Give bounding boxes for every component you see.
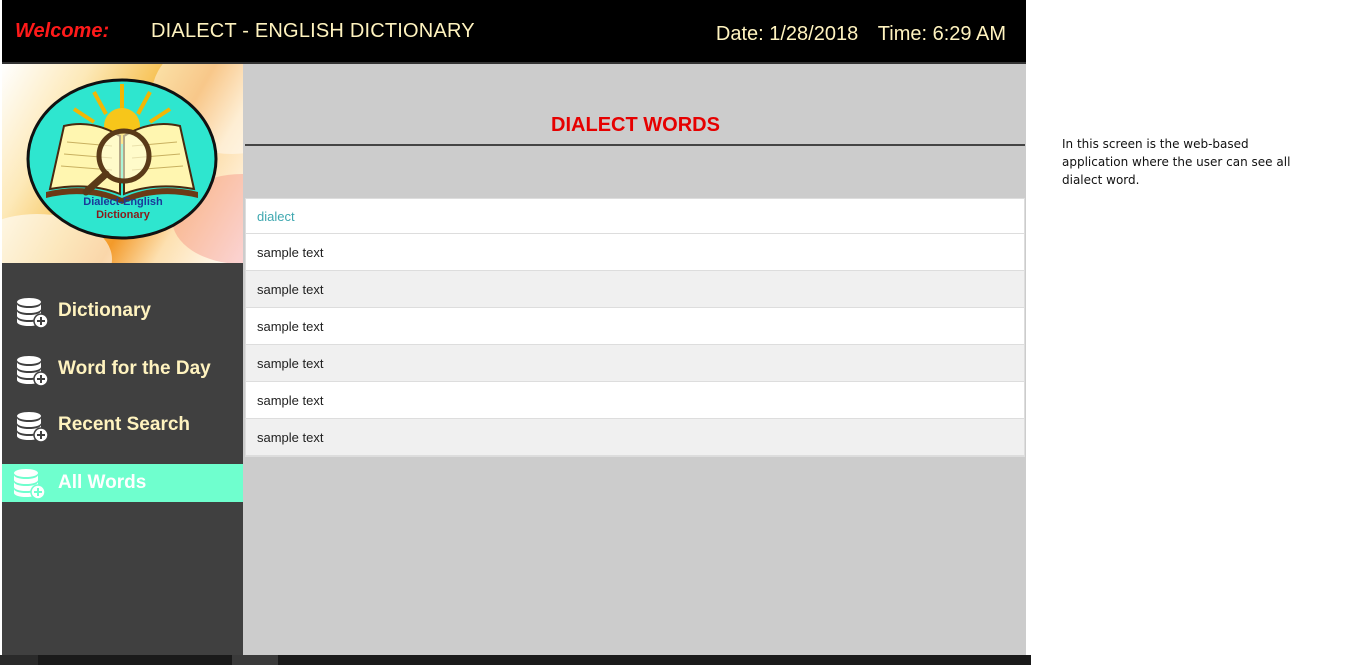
logo-text-1: Dialect-English [83, 196, 163, 208]
list-item[interactable]: sample text [246, 271, 1024, 308]
sidebar-item-label: Recent Search [58, 414, 191, 435]
app-title: DIALECT - ENGLISH DICTIONARY [151, 20, 475, 42]
main-content: DIALECT WORDS dialect sample text sample… [245, 64, 1026, 655]
list-item[interactable]: sample text [246, 382, 1024, 419]
title-divider [245, 144, 1025, 146]
list-item[interactable]: sample text [246, 419, 1024, 456]
database-add-icon [17, 412, 49, 442]
list-item[interactable]: sample text [246, 345, 1024, 382]
logo-area: Dialect-English Dictionary [2, 64, 243, 263]
annotation-text: In this screen is the web-based applicat… [1062, 137, 1291, 187]
database-add-icon [14, 469, 46, 499]
word-list: dialect sample text sample text sample t… [245, 198, 1025, 457]
welcome-label: Welcome: [15, 20, 110, 42]
date-label: Date: 1/28/2018 [715, 23, 859, 45]
sidebar: Dictionary Word for the Day Recent Searc… [2, 263, 243, 655]
taskbar-start[interactable] [0, 655, 38, 665]
datetime: Date: 1/28/2018 Time: 6:29 AM [702, 23, 1006, 46]
database-add-icon [17, 298, 49, 328]
list-item[interactable]: sample text [246, 308, 1024, 345]
sidebar-item-all-words[interactable]: All Words [2, 464, 243, 502]
sidebar-item-label: Dictionary [58, 300, 151, 321]
list-header[interactable]: dialect [246, 199, 1024, 234]
sidebar-item-word-for-the-day[interactable]: Word for the Day [2, 349, 243, 389]
page-title: DIALECT WORDS [551, 114, 720, 136]
logo-text-2: Dictionary [96, 209, 151, 221]
dictionary-logo: Dialect-English Dictionary [26, 78, 218, 240]
header-bar: Welcome: DIALECT - ENGLISH DICTIONARY Da… [2, 0, 1026, 64]
database-add-icon [17, 356, 49, 386]
taskbar [0, 655, 1031, 665]
sidebar-item-label: Word for the Day [58, 358, 211, 379]
app-window: Welcome: DIALECT - ENGLISH DICTIONARY Da… [2, 0, 1026, 655]
sidebar-item-label: All Words [58, 472, 147, 493]
time-label: Time: 6:29 AM [877, 23, 1006, 45]
list-item[interactable]: sample text [246, 234, 1024, 271]
taskbar-app[interactable] [232, 655, 278, 665]
sidebar-item-recent-search[interactable]: Recent Search [2, 405, 243, 445]
sidebar-item-dictionary[interactable]: Dictionary [2, 291, 243, 331]
